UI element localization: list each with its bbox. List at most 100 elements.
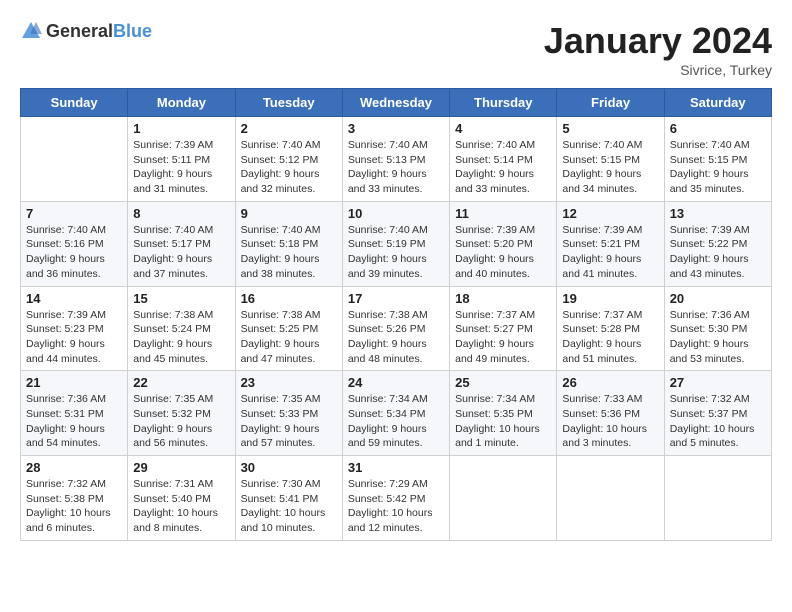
subtitle: Sivrice, Turkey — [544, 62, 772, 78]
day-info: Sunrise: 7:40 AM Sunset: 5:19 PM Dayligh… — [348, 223, 444, 282]
table-row: 18 Sunrise: 7:37 AM Sunset: 5:27 PM Dayli… — [450, 286, 557, 371]
day-number: 7 — [26, 206, 122, 221]
table-row: 3 Sunrise: 7:40 AM Sunset: 5:13 PM Daylig… — [342, 117, 449, 202]
day-info: Sunrise: 7:35 AM Sunset: 5:33 PM Dayligh… — [241, 392, 337, 451]
header: GeneralBlue January 2024 Sivrice, Turkey — [20, 20, 772, 78]
table-row — [664, 456, 771, 541]
table-row — [21, 117, 128, 202]
table-row: 29 Sunrise: 7:31 AM Sunset: 5:40 PM Dayli… — [128, 456, 235, 541]
day-info: Sunrise: 7:29 AM Sunset: 5:42 PM Dayligh… — [348, 477, 444, 536]
col-saturday: Saturday — [664, 89, 771, 117]
table-row: 8Sunrise: 7:40 AM Sunset: 5:17 PM Daylig… — [128, 201, 235, 286]
calendar-week-1: 1 Sunrise: 7:39 AM Sunset: 5:11 PM Daylig… — [21, 117, 772, 202]
day-info: Sunrise: 7:31 AM Sunset: 5:40 PM Dayligh… — [133, 477, 229, 536]
day-info: Sunrise: 7:39 AM Sunset: 5:22 PM Dayligh… — [670, 223, 766, 282]
table-row: 23 Sunrise: 7:35 AM Sunset: 5:33 PM Dayli… — [235, 371, 342, 456]
day-number: 23 — [241, 375, 337, 390]
day-number: 4 — [455, 121, 551, 136]
calendar-week-5: 28Sunrise: 7:32 AM Sunset: 5:38 PM Dayli… — [21, 456, 772, 541]
day-number: 5 — [562, 121, 658, 136]
table-row: 16Sunrise: 7:38 AM Sunset: 5:25 PM Dayli… — [235, 286, 342, 371]
day-info: Sunrise: 7:34 AM Sunset: 5:34 PM Dayligh… — [348, 392, 444, 451]
table-row: 31 Sunrise: 7:29 AM Sunset: 5:42 PM Dayli… — [342, 456, 449, 541]
table-row: 24 Sunrise: 7:34 AM Sunset: 5:34 PM Dayli… — [342, 371, 449, 456]
header-row: Sunday Monday Tuesday Wednesday Thursday… — [21, 89, 772, 117]
logo: GeneralBlue — [20, 20, 152, 42]
table-row: 14Sunrise: 7:39 AM Sunset: 5:23 PM Dayli… — [21, 286, 128, 371]
day-info: Sunrise: 7:37 AM Sunset: 5:28 PM Dayligh… — [562, 308, 658, 367]
table-row — [450, 456, 557, 541]
col-tuesday: Tuesday — [235, 89, 342, 117]
page: GeneralBlue January 2024 Sivrice, Turkey… — [0, 0, 792, 551]
day-number: 11 — [455, 206, 551, 221]
day-number: 29 — [133, 460, 229, 475]
table-row: 4Sunrise: 7:40 AM Sunset: 5:14 PM Daylig… — [450, 117, 557, 202]
day-info: Sunrise: 7:39 AM Sunset: 5:11 PM Dayligh… — [133, 138, 229, 197]
day-number: 3 — [348, 121, 444, 136]
logo-general: General — [46, 21, 113, 41]
day-number: 28 — [26, 460, 122, 475]
month-title: January 2024 — [544, 20, 772, 62]
day-info: Sunrise: 7:34 AM Sunset: 5:35 PM Dayligh… — [455, 392, 551, 451]
table-row: 19 Sunrise: 7:37 AM Sunset: 5:28 PM Dayli… — [557, 286, 664, 371]
table-row: 11 Sunrise: 7:39 AM Sunset: 5:20 PM Dayli… — [450, 201, 557, 286]
day-info: Sunrise: 7:40 AM Sunset: 5:16 PM Dayligh… — [26, 223, 122, 282]
day-number: 25 — [455, 375, 551, 390]
day-info: Sunrise: 7:37 AM Sunset: 5:27 PM Dayligh… — [455, 308, 551, 367]
day-number: 21 — [26, 375, 122, 390]
day-number: 14 — [26, 291, 122, 306]
day-info: Sunrise: 7:38 AM Sunset: 5:26 PM Dayligh… — [348, 308, 444, 367]
table-row — [557, 456, 664, 541]
day-number: 1 — [133, 121, 229, 136]
calendar-week-3: 14Sunrise: 7:39 AM Sunset: 5:23 PM Dayli… — [21, 286, 772, 371]
table-row: 1 Sunrise: 7:39 AM Sunset: 5:11 PM Daylig… — [128, 117, 235, 202]
day-number: 16 — [241, 291, 337, 306]
day-number: 10 — [348, 206, 444, 221]
day-number: 6 — [670, 121, 766, 136]
col-sunday: Sunday — [21, 89, 128, 117]
table-row: 5 Sunrise: 7:40 AM Sunset: 5:15 PM Daylig… — [557, 117, 664, 202]
title-area: January 2024 Sivrice, Turkey — [544, 20, 772, 78]
day-number: 2 — [241, 121, 337, 136]
day-info: Sunrise: 7:38 AM Sunset: 5:24 PM Dayligh… — [133, 308, 229, 367]
day-number: 18 — [455, 291, 551, 306]
day-number: 15 — [133, 291, 229, 306]
day-info: Sunrise: 7:40 AM Sunset: 5:15 PM Dayligh… — [670, 138, 766, 197]
col-thursday: Thursday — [450, 89, 557, 117]
table-row: 27Sunrise: 7:32 AM Sunset: 5:37 PM Dayli… — [664, 371, 771, 456]
table-row: 30 Sunrise: 7:30 AM Sunset: 5:41 PM Dayli… — [235, 456, 342, 541]
table-row: 26 Sunrise: 7:33 AM Sunset: 5:36 PM Dayli… — [557, 371, 664, 456]
day-number: 22 — [133, 375, 229, 390]
day-info: Sunrise: 7:35 AM Sunset: 5:32 PM Dayligh… — [133, 392, 229, 451]
table-row: 20Sunrise: 7:36 AM Sunset: 5:30 PM Dayli… — [664, 286, 771, 371]
day-info: Sunrise: 7:33 AM Sunset: 5:36 PM Dayligh… — [562, 392, 658, 451]
table-row: 6 Sunrise: 7:40 AM Sunset: 5:15 PM Daylig… — [664, 117, 771, 202]
day-number: 27 — [670, 375, 766, 390]
day-info: Sunrise: 7:40 AM Sunset: 5:13 PM Dayligh… — [348, 138, 444, 197]
table-row: 21Sunrise: 7:36 AM Sunset: 5:31 PM Dayli… — [21, 371, 128, 456]
day-info: Sunrise: 7:30 AM Sunset: 5:41 PM Dayligh… — [241, 477, 337, 536]
table-row: 13 Sunrise: 7:39 AM Sunset: 5:22 PM Dayli… — [664, 201, 771, 286]
day-number: 20 — [670, 291, 766, 306]
col-friday: Friday — [557, 89, 664, 117]
table-row: 2 Sunrise: 7:40 AM Sunset: 5:12 PM Daylig… — [235, 117, 342, 202]
day-info: Sunrise: 7:40 AM Sunset: 5:12 PM Dayligh… — [241, 138, 337, 197]
day-number: 13 — [670, 206, 766, 221]
day-info: Sunrise: 7:39 AM Sunset: 5:20 PM Dayligh… — [455, 223, 551, 282]
day-number: 9 — [241, 206, 337, 221]
day-number: 26 — [562, 375, 658, 390]
day-number: 30 — [241, 460, 337, 475]
day-number: 31 — [348, 460, 444, 475]
table-row: 25 Sunrise: 7:34 AM Sunset: 5:35 PM Dayli… — [450, 371, 557, 456]
col-monday: Monday — [128, 89, 235, 117]
day-info: Sunrise: 7:40 AM Sunset: 5:15 PM Dayligh… — [562, 138, 658, 197]
day-number: 12 — [562, 206, 658, 221]
table-row: 28Sunrise: 7:32 AM Sunset: 5:38 PM Dayli… — [21, 456, 128, 541]
day-info: Sunrise: 7:40 AM Sunset: 5:17 PM Dayligh… — [133, 223, 229, 282]
day-number: 19 — [562, 291, 658, 306]
calendar-week-4: 21Sunrise: 7:36 AM Sunset: 5:31 PM Dayli… — [21, 371, 772, 456]
day-info: Sunrise: 7:40 AM Sunset: 5:18 PM Dayligh… — [241, 223, 337, 282]
day-info: Sunrise: 7:39 AM Sunset: 5:21 PM Dayligh… — [562, 223, 658, 282]
day-number: 24 — [348, 375, 444, 390]
day-number: 17 — [348, 291, 444, 306]
